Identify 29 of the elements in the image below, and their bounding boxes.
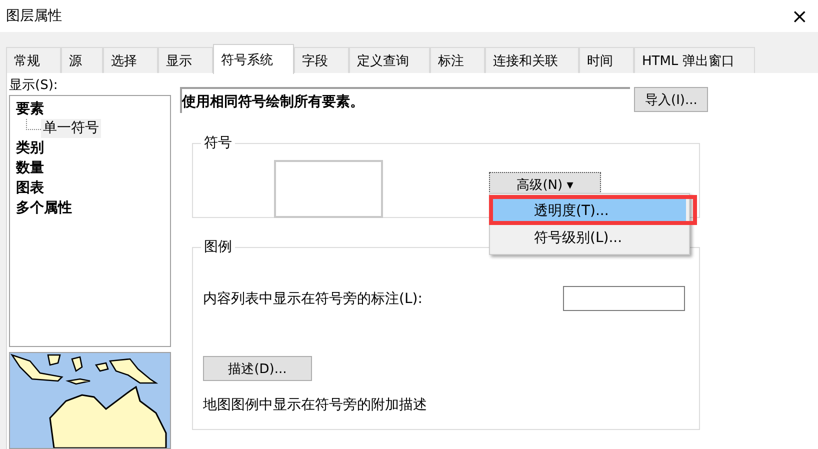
field-label: 内容列表中显示在符号旁的标注(L):: [203, 290, 422, 308]
tab[interactable]: 定义查询: [349, 47, 430, 73]
label-field[interactable]: [563, 286, 685, 311]
window-title: 图层属性: [6, 7, 62, 25]
tree-item[interactable]: 数量: [16, 158, 170, 178]
tab[interactable]: 选择: [103, 47, 158, 73]
tab[interactable]: HTML 弹出窗口: [634, 47, 756, 73]
tree-item[interactable]: 要素: [16, 99, 170, 119]
group-title: 符号: [203, 134, 233, 152]
tab[interactable]: 常规: [6, 47, 61, 73]
tree-item[interactable]: 多个属性: [16, 198, 170, 218]
description-button[interactable]: 描述(D)...: [203, 356, 312, 381]
import-button[interactable]: 导入(I)...: [634, 87, 708, 112]
tab[interactable]: 时间: [579, 47, 634, 73]
description-text: 使用相同符号绘制所有要素。: [180, 87, 630, 113]
menu-item[interactable]: 符号级别(L)...: [493, 224, 686, 251]
tree-item[interactable]: 类别: [16, 138, 170, 158]
tab[interactable]: 源: [61, 47, 103, 73]
tree-item[interactable]: 图表: [16, 178, 170, 198]
tab[interactable]: 显示: [158, 47, 213, 73]
list-label: 显示(S):: [9, 77, 59, 94]
tab[interactable]: 字段: [294, 47, 349, 73]
description-caption: 地图图例中显示在符号旁的附加描述: [203, 396, 428, 414]
group-title: 图例: [203, 238, 233, 256]
close-button[interactable]: ×: [791, 6, 808, 26]
tab[interactable]: 连接和关联: [485, 47, 579, 73]
tree-item[interactable]: 单一符号: [41, 119, 101, 138]
tab[interactable]: 符号系统: [213, 44, 294, 74]
tab[interactable]: 标注: [430, 47, 485, 73]
